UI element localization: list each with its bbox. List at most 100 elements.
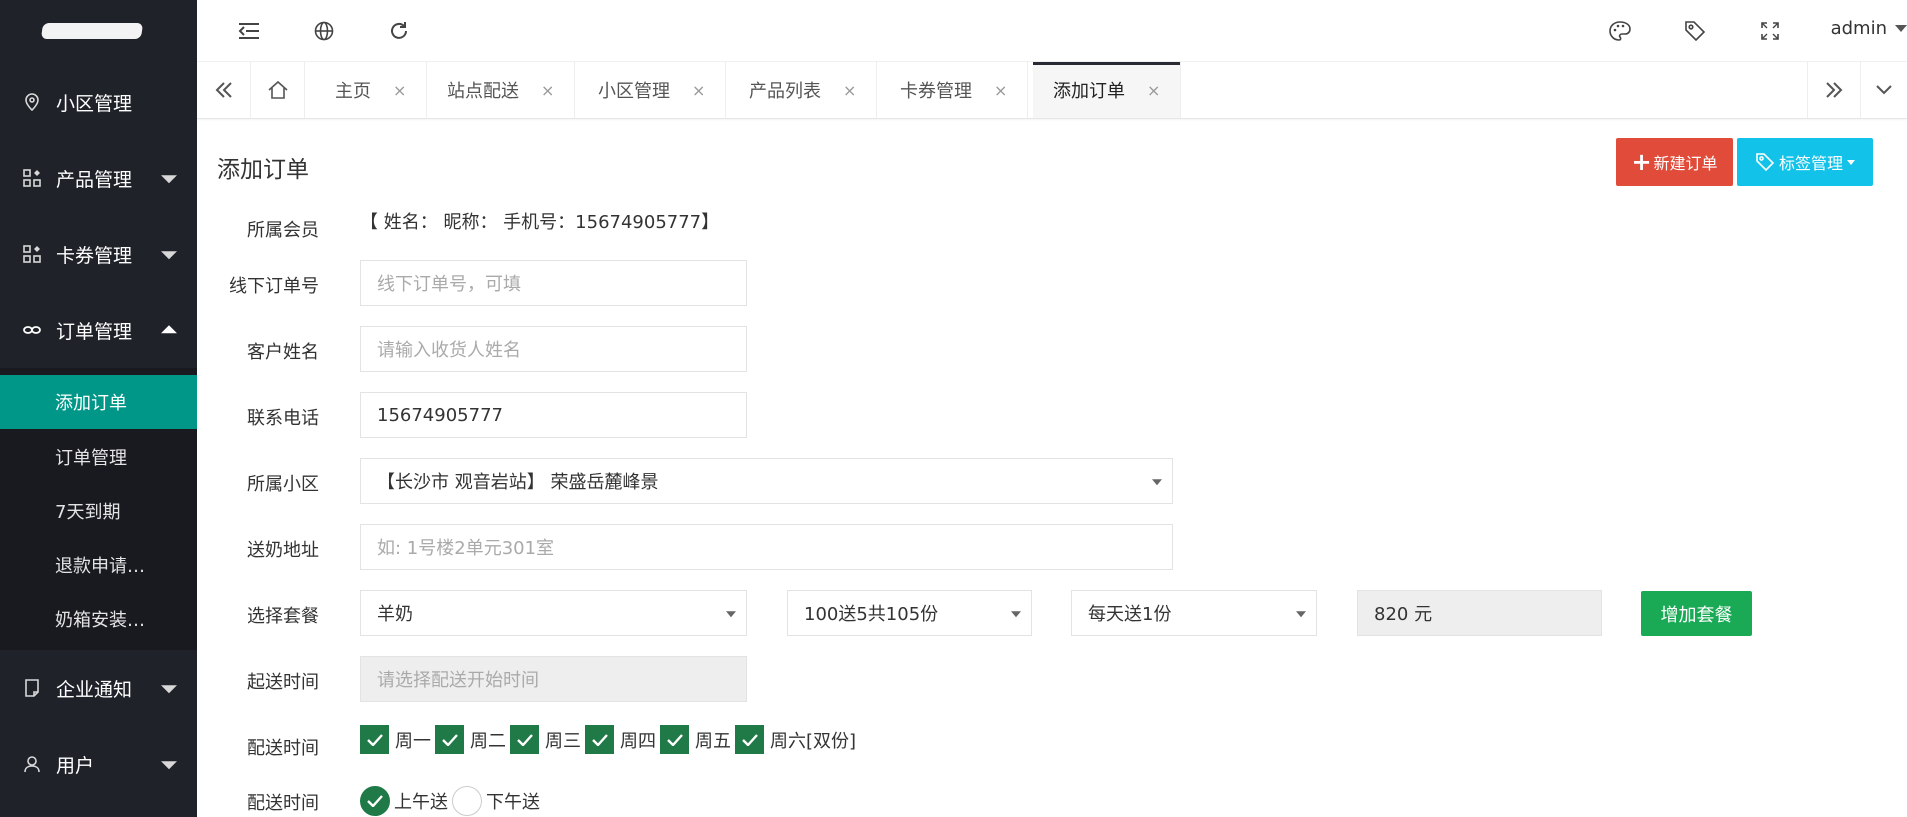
- tab-add-order[interactable]: 添加订单 ×: [1033, 62, 1182, 118]
- sidebar-subitem-label: 7天到期: [55, 502, 121, 523]
- community-select[interactable]: 【长沙市 观音岩站】 荣盛岳麓峰景: [360, 458, 1173, 504]
- radio-morning[interactable]: 上午送: [360, 786, 448, 816]
- checkbox-thursday[interactable]: 周四: [585, 725, 656, 754]
- close-icon[interactable]: ×: [1147, 81, 1160, 100]
- check-icon: [360, 725, 389, 754]
- sidebar-subitem-order-manage[interactable]: 订单管理: [0, 430, 197, 484]
- top-header: admin: [197, 0, 1907, 62]
- customer-name-label: 客户姓名: [247, 342, 319, 363]
- check-icon: [510, 725, 539, 754]
- sidebar-submenu: 添加订单 订单管理 7天到期 退款申请… 奶箱安装…: [0, 368, 197, 650]
- tab-coupons[interactable]: 卡券管理 ×: [880, 62, 1029, 118]
- start-date-label: 起送时间: [247, 672, 319, 693]
- sidebar-item-users[interactable]: 用户: [0, 734, 197, 794]
- close-icon[interactable]: ×: [541, 81, 554, 100]
- tab-label: 卡券管理: [900, 81, 972, 102]
- menu-fold-icon[interactable]: [233, 15, 265, 47]
- logo: [0, 0, 197, 62]
- phone-input[interactable]: 15674905777: [360, 392, 747, 438]
- chevron-down-icon: [161, 685, 177, 694]
- fullscreen-icon[interactable]: [1754, 15, 1786, 47]
- checkbox-label: 周一: [395, 730, 431, 752]
- sidebar-item-notices[interactable]: 企业通知: [0, 658, 197, 718]
- close-icon[interactable]: ×: [692, 81, 705, 100]
- sidebar-item-products[interactable]: 产品管理: [0, 148, 197, 208]
- checkbox-label: 周六[双份]: [770, 730, 857, 752]
- tag-manage-button[interactable]: 标签管理: [1737, 138, 1873, 186]
- radio-checked-icon: [360, 786, 390, 816]
- package-plan-select[interactable]: 100送5共105份: [787, 590, 1032, 636]
- sidebar-subitem-7day-expire[interactable]: 7天到期: [0, 484, 197, 538]
- tab-station-delivery[interactable]: 站点配送 ×: [427, 62, 576, 118]
- offline-order-input[interactable]: 线下订单号，可填: [360, 260, 747, 306]
- sidebar-item-orders[interactable]: 订单管理: [0, 300, 197, 360]
- user-menu[interactable]: admin: [1831, 18, 1907, 39]
- checkbox-label: 周二: [470, 730, 506, 752]
- radio-label: 下午送: [486, 792, 540, 813]
- check-icon: [585, 725, 614, 754]
- tab-label: 添加订单: [1053, 81, 1125, 102]
- chevron-down-icon: [161, 761, 177, 770]
- tab-menu-chevron-down-icon[interactable]: [1861, 62, 1907, 118]
- apps-icon: [22, 244, 42, 264]
- tab-label: 主页: [335, 81, 371, 102]
- checkbox-monday[interactable]: 周一: [360, 725, 431, 754]
- delivery-time-label: 配送时间: [247, 793, 319, 814]
- package-frequency-select[interactable]: 每天送1份: [1071, 590, 1317, 636]
- globe-icon[interactable]: [308, 15, 340, 47]
- tab-home[interactable]: 主页 ×: [315, 62, 428, 118]
- refresh-icon[interactable]: [383, 15, 415, 47]
- customer-name-input[interactable]: 请输入收货人姓名: [360, 326, 747, 372]
- close-icon[interactable]: ×: [994, 81, 1007, 100]
- sidebar-item-label: 卡券管理: [56, 244, 133, 267]
- caret-down-icon: [1847, 159, 1855, 165]
- close-icon[interactable]: ×: [393, 81, 406, 100]
- radio-unchecked-icon: [452, 786, 482, 816]
- checkbox-tuesday[interactable]: 周二: [435, 725, 506, 754]
- sidebar-subitem-refund[interactable]: 退款申请…: [0, 538, 197, 592]
- add-package-button[interactable]: 增加套餐: [1641, 591, 1752, 636]
- check-icon: [735, 725, 764, 754]
- radio-afternoon[interactable]: 下午送: [452, 786, 540, 816]
- tag-icon[interactable]: [1679, 15, 1711, 47]
- sidebar-item-label: 用户: [56, 754, 95, 777]
- sidebar-subitem-add-order[interactable]: 添加订单: [0, 375, 197, 429]
- tab-scroll-left-icon[interactable]: [197, 62, 251, 118]
- sidebar-subitem-label: 添加订单: [55, 393, 127, 414]
- package-label: 选择套餐: [247, 606, 319, 627]
- community-label: 所属小区: [247, 474, 319, 495]
- member-value: 【 姓名： 昵称： 手机号：15674905777】: [360, 212, 720, 233]
- tab-bar: 主页 × 站点配送 × 小区管理 × 产品列表 × 卡券管理 × 添加订单 ×: [197, 62, 1907, 119]
- new-order-label: 新建订单: [1653, 154, 1718, 173]
- checkbox-wednesday[interactable]: 周三: [510, 725, 581, 754]
- address-input[interactable]: 如: 1号楼2单元301室: [360, 524, 1173, 570]
- check-icon: [660, 725, 689, 754]
- sidebar-item-community[interactable]: 小区管理: [0, 72, 197, 132]
- tab-home-icon[interactable]: [251, 62, 305, 118]
- sidebar-subitem-milkbox[interactable]: 奶箱安装…: [0, 592, 197, 646]
- checkbox-friday[interactable]: 周五: [660, 725, 731, 754]
- delivery-days-label: 配送时间: [247, 738, 319, 759]
- tag-manage-label: 标签管理: [1778, 154, 1843, 173]
- delivery-days-group: 周一 周二 周三 周四 周五 周六[双份]: [360, 725, 860, 754]
- caret-down-icon: [1895, 25, 1907, 32]
- sidebar-subitem-label: 退款申请…: [55, 556, 145, 577]
- checkbox-label: 周四: [620, 730, 656, 752]
- tab-scroll-right-icon[interactable]: [1807, 62, 1861, 118]
- package-price-field: 820 元: [1357, 590, 1602, 636]
- theme-icon[interactable]: [1604, 15, 1636, 47]
- package-product-select[interactable]: 羊奶: [360, 590, 747, 636]
- sidebar-subitem-label: 奶箱安装…: [55, 610, 145, 631]
- sidebar-item-label: 订单管理: [56, 320, 133, 343]
- tab-product-list[interactable]: 产品列表 ×: [729, 62, 878, 118]
- sidebar-subitem-label: 订单管理: [55, 448, 127, 469]
- page-title: 添加订单: [217, 157, 309, 183]
- new-order-button[interactable]: + 新建订单: [1616, 138, 1733, 186]
- close-icon[interactable]: ×: [843, 81, 856, 100]
- tab-label: 站点配送: [447, 81, 519, 102]
- checkbox-saturday[interactable]: 周六[双份]: [735, 725, 856, 754]
- tab-community[interactable]: 小区管理 ×: [578, 62, 727, 118]
- start-date-input[interactable]: 请选择配送开始时间: [360, 656, 747, 702]
- sidebar-item-coupons[interactable]: 卡券管理: [0, 224, 197, 284]
- link-icon: [22, 320, 42, 340]
